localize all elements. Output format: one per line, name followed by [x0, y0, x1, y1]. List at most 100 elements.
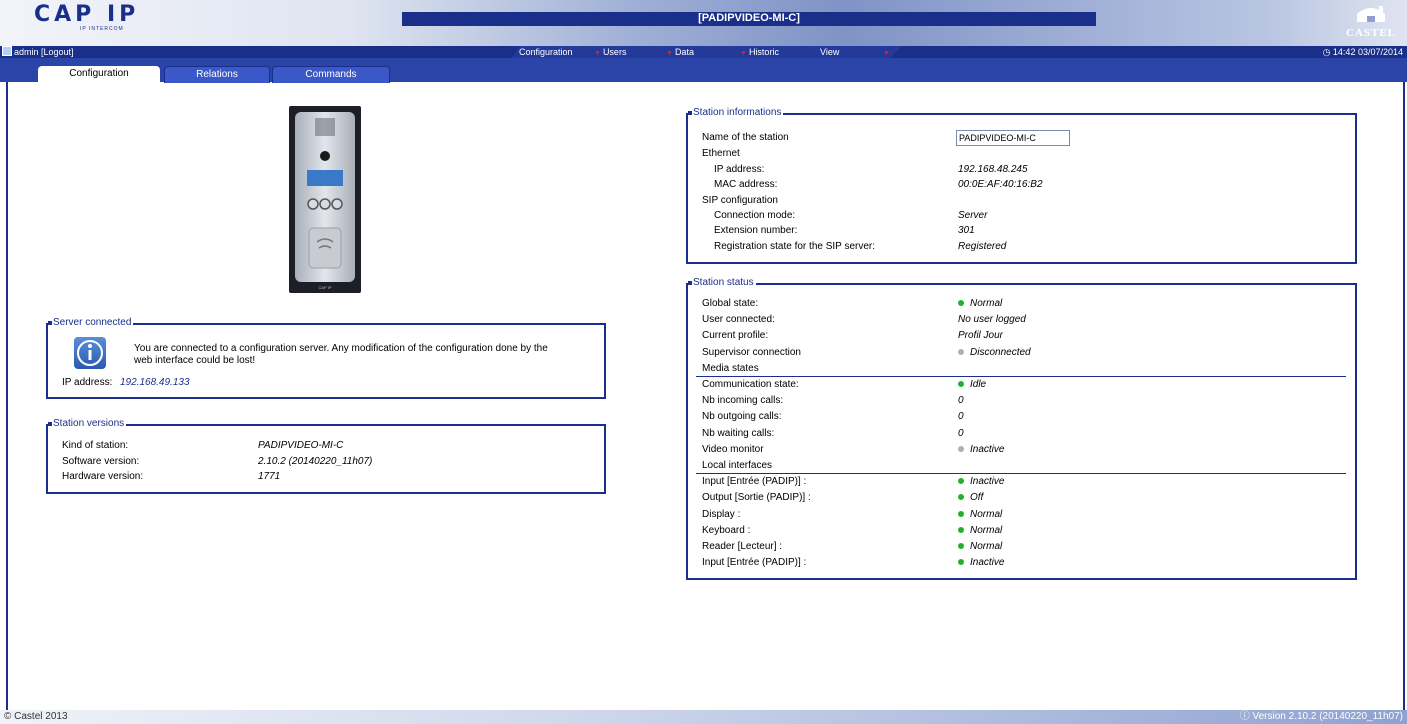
- version-text: Version 2.10.2 (20140220_11h07): [1252, 711, 1404, 722]
- status-label: Current profile:: [702, 330, 769, 342]
- status-value: 0: [958, 411, 964, 423]
- hardware-label: Hardware version:: [62, 471, 144, 482]
- menu-users-label: Users: [602, 47, 627, 57]
- info-icon: [74, 337, 106, 369]
- registration-label: Registration state for the SIP server:: [714, 241, 876, 252]
- status-value-text: 0: [958, 395, 964, 407]
- status-value-text: Profil Jour: [958, 330, 1004, 342]
- status-value-text: Normal: [970, 524, 1003, 536]
- status-dot-icon: [958, 478, 964, 485]
- server-message-line2: web interface could be lost!: [134, 355, 256, 366]
- castle-icon: [1357, 6, 1385, 22]
- status-dot-icon: [958, 559, 964, 566]
- status-value: 0: [958, 428, 964, 440]
- status-label: User connected:: [702, 314, 775, 326]
- eth-ip-value: 192.168.48.245: [958, 164, 1028, 175]
- status-value: Inactive: [958, 557, 1004, 569]
- station-status-title: Station status: [692, 277, 756, 289]
- registration-value: Registered: [958, 241, 1007, 252]
- datetime: 14:42 03/07/2014: [1332, 47, 1403, 57]
- brand-text: CASTEL: [1345, 27, 1397, 39]
- tab-bar: Configuration Relations Commands: [0, 58, 1407, 83]
- status-value-text: Normal: [970, 541, 1003, 552]
- mac-label: MAC address:: [714, 179, 778, 190]
- status-value-text: Off: [970, 492, 984, 504]
- dropdown-arrow-icon: ▼: [594, 50, 601, 57]
- software-value: 2.10.2 (20140220_11h07): [258, 456, 373, 467]
- status-label: Reader [Lecteur] :: [702, 541, 783, 552]
- footer: © Castel 2013 ⓘ Version 2.10.2 (20140220…: [0, 710, 1407, 724]
- tab-commands[interactable]: Commands: [272, 66, 390, 83]
- status-value-text: Normal: [970, 508, 1003, 520]
- server-connected-title: Server connected: [52, 317, 134, 329]
- status-label: Display :: [702, 508, 741, 520]
- dropdown-arrow-icon: ▼: [883, 50, 890, 57]
- station-name-input[interactable]: [956, 130, 1070, 146]
- status-value-text: 0: [958, 427, 964, 439]
- status-label: Output [Sortie (PADIP)] :: [702, 492, 811, 504]
- help-icon[interactable]: ⓘ: [1240, 711, 1253, 722]
- status-section-heading: Media states: [702, 362, 759, 374]
- connection-mode-value: Server: [958, 210, 988, 221]
- server-ip-label: IP address:: [62, 377, 113, 388]
- status-value-text: Inactive: [970, 557, 1005, 569]
- status-value: Profil Jour: [958, 330, 1003, 342]
- version-info: ⓘ Version 2.10.2 (20140220_11h07): [1240, 710, 1403, 724]
- device-plate-label: CAP IP: [318, 285, 332, 290]
- menu-bar: admin [Logout] Configuration ▼ Users ▼ Dat…: [0, 46, 1407, 58]
- status-label: Input [Entrée (PADIP)] :: [702, 557, 807, 569]
- software-label: Software version:: [62, 456, 140, 467]
- logo-text: CAP IP: [34, 2, 140, 27]
- menu-configuration[interactable]: Configuration: [519, 46, 573, 58]
- device-illustration: [307, 118, 343, 269]
- status-label: Supervisor connection: [702, 346, 801, 358]
- kind-value: PADIPVIDEO-MI-C: [258, 440, 344, 451]
- device-plate: [295, 112, 355, 282]
- menu-view[interactable]: View: [820, 46, 839, 58]
- status-value-text: Normal: [970, 298, 1003, 309]
- status-section-heading: Local interfaces: [702, 460, 773, 471]
- user-label: admin [Logout]: [14, 47, 74, 57]
- status-value-text: 0: [958, 411, 964, 423]
- status-label: Global state:: [702, 298, 759, 309]
- station-versions-title: Station versions: [52, 418, 127, 430]
- status-dot-icon: [958, 510, 964, 517]
- user-icon: [2, 46, 12, 56]
- sip-heading: SIP configuration: [702, 195, 778, 206]
- status-dot-icon: [958, 445, 964, 452]
- station-versions-panel: Station versions Kind of station: PADIPV…: [46, 418, 606, 494]
- section-divider: [696, 473, 1346, 474]
- clock-icon: ◷: [1322, 47, 1333, 57]
- tab-configuration[interactable]: Configuration: [38, 66, 160, 82]
- status-value-text: Inactive: [970, 443, 1005, 455]
- status-dot-icon: [958, 526, 964, 533]
- status-value: Inactive: [958, 476, 1004, 488]
- tab-relations[interactable]: Relations: [164, 66, 270, 83]
- status-dot-icon: [958, 381, 964, 387]
- top-header: CAP IP IP INTERCOM [PADIPVIDEO-MI-C] CAS…: [0, 0, 1407, 46]
- dropdown-arrow-icon: ▼: [666, 50, 673, 57]
- menu-data-label: Data: [674, 47, 694, 57]
- status-value-text: Disconnected: [970, 346, 1031, 358]
- status-dot-icon: [958, 543, 964, 549]
- intercom-device-image: CAP IP: [289, 106, 361, 293]
- section-divider: [696, 375, 1346, 377]
- station-name-label: Name of the station: [702, 132, 789, 143]
- copyright: © Castel 2013: [4, 711, 68, 722]
- status-label: Nb outgoing calls:: [702, 411, 782, 423]
- dropdown-arrow-icon: ▼: [740, 50, 747, 57]
- status-value-text: No user logged: [958, 314, 1026, 326]
- status-value: Idle: [958, 379, 986, 391]
- hardware-value: 1771: [258, 471, 281, 482]
- status-value: Normal: [958, 525, 1002, 537]
- server-message-line1: You are connected to a configuration ser…: [134, 343, 548, 354]
- extension-value: 301: [958, 225, 975, 236]
- cap-ip-logo: CAP IP IP INTERCOM: [34, 2, 154, 33]
- connection-mode-label: Connection mode:: [714, 210, 796, 221]
- server-ip-value: 192.168.49.133: [120, 377, 190, 388]
- ethernet-heading: Ethernet: [702, 148, 740, 159]
- eth-ip-label: IP address:: [714, 164, 765, 175]
- station-info-panel: Station informations Name of the station…: [686, 107, 1357, 264]
- status-value: Normal: [958, 509, 1002, 521]
- logout-link[interactable]: admin [Logout]: [2, 46, 74, 58]
